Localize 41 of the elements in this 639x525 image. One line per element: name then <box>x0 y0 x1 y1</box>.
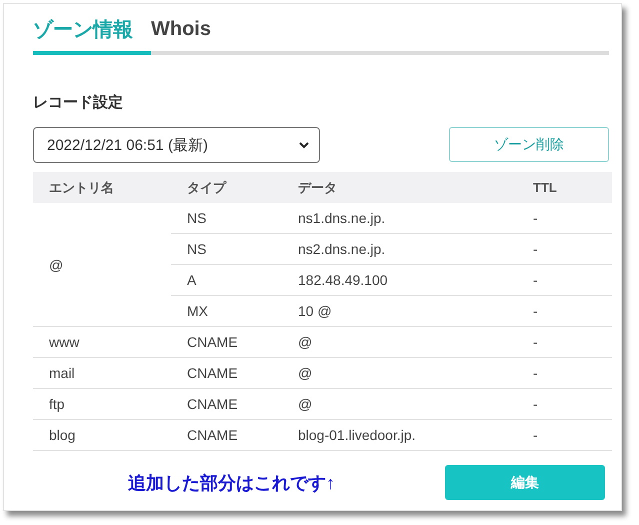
column-header: エントリ名 <box>33 172 171 203</box>
table-cell: - <box>533 358 612 388</box>
edit-button[interactable]: 編集 <box>445 465 605 500</box>
table-cell: - <box>533 234 612 264</box>
table-cell: ns2.dns.ne.jp. <box>282 234 533 264</box>
table-cell: 10 @ <box>282 296 533 326</box>
section-title: レコード設定 <box>33 93 124 112</box>
version-select[interactable]: 2022/12/21 06:51 (最新) <box>33 127 320 163</box>
chevron-down-icon <box>299 142 309 148</box>
table-cell: - <box>533 264 612 296</box>
table-cell: @ <box>282 358 533 388</box>
delete-zone-button[interactable]: ゾーン削除 <box>449 127 609 162</box>
annotation-text: 追加した部分はこれです↑ <box>128 472 335 494</box>
table-cell: blog <box>33 420 171 450</box>
column-header: データ <box>282 172 533 203</box>
table-cell: - <box>533 388 612 420</box>
table-cell: mail <box>33 358 171 388</box>
table-cell: www <box>33 326 171 358</box>
table-cell: CNAME <box>171 420 282 450</box>
column-header: TTL <box>533 172 612 203</box>
tab[interactable]: ゾーン情報 <box>33 14 151 55</box>
table-cell: @ <box>282 388 533 420</box>
table-cell: CNAME <box>171 326 282 358</box>
table-cell: blog-01.livedoor.jp. <box>282 420 533 450</box>
table-cell: CNAME <box>171 358 282 388</box>
table-cell: ns1.dns.ne.jp. <box>282 203 533 234</box>
table-cell: - <box>533 326 612 358</box>
table-cell: A <box>171 264 282 296</box>
table-cell: NS <box>171 203 282 234</box>
table-cell: MX <box>171 296 282 326</box>
tab[interactable]: Whois <box>151 14 229 55</box>
table-cell: 182.48.49.100 <box>282 264 533 296</box>
column-header: タイプ <box>171 172 282 203</box>
table-cell: - <box>533 296 612 326</box>
table-cell: ftp <box>33 388 171 420</box>
table-cell: @ <box>282 326 533 358</box>
table-cell: CNAME <box>171 388 282 420</box>
table-cell: @ <box>33 203 171 326</box>
table-cell: - <box>533 203 612 234</box>
table-cell: - <box>533 420 612 450</box>
table-cell: NS <box>171 234 282 264</box>
